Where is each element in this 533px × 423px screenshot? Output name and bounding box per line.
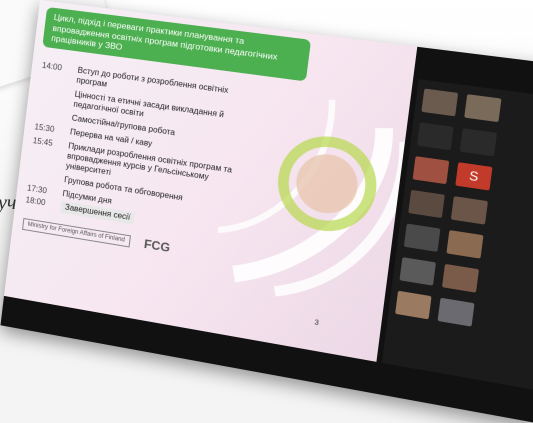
self-view-label: S — [468, 168, 480, 185]
participant-tile[interactable] — [464, 94, 502, 123]
ministry-logo: Ministry for Foreign Affairs of Finland — [22, 217, 131, 248]
self-view-tile[interactable]: S — [455, 162, 493, 191]
participant-tile[interactable] — [446, 230, 484, 259]
participant-tile[interactable] — [416, 122, 454, 151]
participant-tile[interactable] — [421, 88, 459, 117]
presentation-slide: Цикл, підхід і переваги практики планува… — [4, 0, 418, 362]
participant-tile[interactable] — [403, 223, 441, 252]
agenda-time — [36, 108, 73, 123]
agenda-time — [28, 170, 65, 185]
slide-page-number: 3 — [314, 319, 320, 328]
participant-tile[interactable] — [399, 257, 436, 286]
agenda-time: 15:30 — [34, 122, 55, 135]
participant-tile[interactable] — [441, 263, 480, 293]
logo-strip: Ministry for Foreign Affairs of Finland … — [22, 217, 171, 255]
monitor-screen: Цикл, підхід і переваги практики планува… — [0, 0, 533, 423]
agenda-time: 14:00 — [41, 60, 63, 73]
participant-tile[interactable] — [395, 290, 432, 320]
participant-tile[interactable] — [412, 156, 450, 185]
participant-tile[interactable] — [408, 189, 445, 219]
participant-tile[interactable] — [437, 297, 475, 327]
participant-tile[interactable] — [459, 128, 498, 157]
fcg-logo: FCG — [143, 236, 171, 256]
agenda-time — [37, 85, 75, 110]
agenda-time: 15:45 — [32, 136, 54, 148]
participant-tile[interactable] — [450, 196, 489, 225]
